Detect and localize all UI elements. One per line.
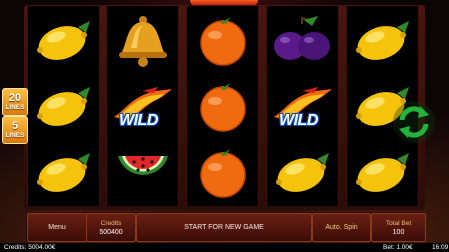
reel-4: WILD — [266, 6, 339, 206]
wild-symbol: WILD — [267, 74, 338, 140]
reel-3 — [186, 6, 259, 206]
lemon-symbol — [347, 140, 418, 206]
orange-symbol — [187, 140, 258, 206]
status-credits: Credits: 5004.00€ — [4, 244, 56, 251]
lemon-symbol — [267, 140, 338, 206]
start-message[interactable]: START FOR NEW GAME — [136, 213, 312, 242]
wild-symbol: WILD — [107, 74, 178, 140]
lemon-symbol — [28, 8, 99, 74]
wild-label: WILD — [279, 112, 318, 129]
menu-label: Menu — [48, 224, 66, 231]
start-label: START FOR NEW GAME — [184, 224, 264, 231]
total-bet-panel[interactable]: Total Bet 100 — [371, 213, 426, 242]
total-bet-label: Total Bet — [385, 219, 412, 227]
reel-2: WILD — [106, 6, 179, 206]
credits-label: Credits — [100, 219, 122, 227]
lemon-symbol — [28, 74, 99, 140]
lines-5-button[interactable]: 5 LINES — [2, 116, 28, 144]
orange-symbol — [187, 74, 258, 140]
refresh-icon — [393, 101, 435, 143]
lines-count: 5 — [11, 119, 19, 132]
wild-label: WILD — [119, 112, 158, 129]
lemon-symbol — [347, 8, 418, 74]
orange-symbol — [187, 8, 258, 74]
auto-spin-button[interactable]: Auto. Spin — [312, 213, 371, 242]
credits-value: 500400 — [99, 228, 123, 236]
lines-label: LINES — [5, 131, 25, 139]
spin-button[interactable] — [392, 100, 436, 144]
lines-count: 20 — [8, 91, 22, 104]
status-clock: 16:09 — [432, 244, 449, 251]
credits-panel: Credits 500400 — [86, 213, 136, 242]
status-bar: Credits: 5004.00€ Bet: 1.00€ 16:09 — [0, 243, 449, 252]
total-bet-value: 100 — [392, 228, 405, 236]
reel-1 — [27, 6, 100, 206]
bell-symbol — [107, 8, 178, 74]
plum-symbol — [267, 8, 338, 74]
lines-label: LINES — [5, 103, 25, 111]
watermelon-symbol — [107, 140, 178, 206]
menu-button[interactable]: Menu — [27, 213, 87, 242]
auto-spin-label: Auto. Spin — [325, 224, 358, 231]
lines-20-button[interactable]: 20 LINES — [2, 88, 28, 116]
lemon-symbol — [28, 140, 99, 206]
status-bet: Bet: 1.00€ — [383, 244, 413, 251]
